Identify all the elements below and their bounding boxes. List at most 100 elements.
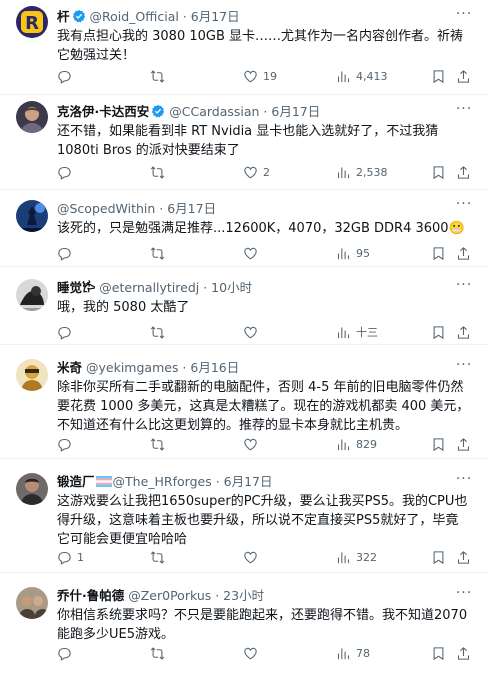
retweet-button[interactable]	[150, 163, 170, 181]
tweet[interactable]: R 杆 @Roid_Official · 6月17日 ··· 我有点担心我的 3…	[0, 0, 489, 95]
views-button[interactable]: 十三	[336, 323, 378, 341]
tweet[interactable]: 米奇 @yekimgames · 6月16日 ··· 除非你买所有二手或翻新的电…	[0, 345, 489, 459]
like-icon	[244, 70, 257, 82]
display-name[interactable]: 米奇	[57, 360, 82, 375]
like-button[interactable]	[243, 435, 263, 453]
reply-button[interactable]	[57, 244, 77, 262]
tweet[interactable]: 乔什·鲁帕德 @Zer0Porkus · 23小时 ··· 你相信系统要求吗？不…	[0, 573, 489, 673]
reply-button[interactable]	[57, 644, 77, 662]
handle[interactable]: @eternallytiredj	[99, 280, 199, 295]
like-button[interactable]	[243, 644, 263, 662]
bookmark-button[interactable]	[431, 548, 446, 566]
tweet[interactable]: 克洛伊·卡达西安 @CCardassian · 6月17日 ··· 还不错，如果…	[0, 95, 489, 190]
display-name[interactable]: 睡觉𐂂	[57, 280, 95, 295]
avatar[interactable]	[16, 473, 48, 505]
retweet-button[interactable]	[150, 323, 170, 341]
retweet-icon	[150, 247, 165, 259]
share-button[interactable]	[456, 323, 471, 341]
reply-button[interactable]: 1	[57, 548, 84, 566]
timestamp[interactable]: 6月17日	[224, 474, 273, 489]
views-button[interactable]: 2,538	[336, 163, 388, 181]
retweet-button[interactable]	[150, 644, 170, 662]
display-name[interactable]: 乔什·鲁帕德	[57, 588, 124, 603]
display-name[interactable]: 克洛伊·卡达西安	[57, 104, 149, 119]
views-button[interactable]: 322	[336, 548, 377, 566]
bookmark-button[interactable]	[431, 435, 446, 453]
views-button[interactable]: 78	[336, 644, 370, 662]
like-button[interactable]: 19	[243, 67, 277, 85]
tweet[interactable]: 锻造厂 @The_HRforges · 6月17日 ··· 这游戏要么让我把165…	[0, 459, 489, 573]
timestamp[interactable]: 23小时	[223, 588, 264, 603]
reply-button[interactable]	[57, 67, 77, 85]
share-icon	[457, 646, 470, 660]
views-button[interactable]: 95	[336, 244, 370, 262]
handle[interactable]: @Zer0Porkus	[128, 588, 211, 603]
like-icon	[244, 438, 257, 450]
avatar[interactable]	[16, 200, 48, 232]
bookmark-button[interactable]	[431, 67, 446, 85]
more-icon[interactable]: ···	[455, 586, 473, 603]
bookmark-icon	[433, 550, 444, 564]
views-button[interactable]: 4,413	[336, 67, 388, 85]
handle[interactable]: @yekimgames	[86, 360, 178, 375]
avatar[interactable]: R	[16, 6, 48, 38]
bookmark-button[interactable]	[431, 244, 446, 262]
reply-button[interactable]	[57, 323, 77, 341]
timestamp[interactable]: 10小时	[211, 280, 252, 295]
bookmark-button[interactable]	[431, 644, 446, 662]
like-button[interactable]	[243, 323, 263, 341]
tweet-header: 锻造厂 @The_HRforges · 6月17日	[57, 472, 453, 492]
avatar[interactable]	[16, 587, 48, 619]
handle[interactable]: @Roid_Official	[90, 9, 179, 24]
retweet-button[interactable]	[150, 244, 170, 262]
reply-button[interactable]	[57, 435, 77, 453]
reply-button[interactable]	[57, 163, 77, 181]
share-button[interactable]	[456, 67, 471, 85]
timestamp[interactable]: 6月17日	[271, 104, 320, 119]
timestamp[interactable]: 6月17日	[167, 201, 216, 216]
views-icon	[337, 439, 350, 450]
share-button[interactable]	[456, 435, 471, 453]
share-icon	[457, 246, 470, 260]
more-icon[interactable]: ···	[455, 278, 473, 295]
more-icon[interactable]: ···	[455, 7, 473, 24]
share-button[interactable]	[456, 163, 471, 181]
avatar[interactable]	[16, 279, 48, 311]
views-button[interactable]: 829	[336, 435, 377, 453]
avatar[interactable]	[16, 101, 48, 133]
bookmark-button[interactable]	[431, 163, 446, 181]
tweet-text: 我有点担心我的 3080 10GB 显卡……尤其作为一名内容创作者。祈祷它勉强过…	[57, 29, 464, 63]
bookmark-icon	[433, 437, 444, 451]
tweet[interactable]: 睡觉𐂂 @eternallytiredj · 10小时 ··· 哦，我的 508…	[0, 267, 489, 345]
display-name[interactable]: 杆	[57, 9, 70, 24]
share-icon	[457, 437, 470, 451]
like-button[interactable]	[243, 548, 263, 566]
reply-icon	[58, 551, 71, 565]
handle[interactable]: @The_HRforges	[113, 474, 212, 489]
share-button[interactable]	[456, 244, 471, 262]
timestamp[interactable]: 6月16日	[190, 360, 239, 375]
retweet-icon	[150, 166, 165, 178]
retweet-button[interactable]	[150, 548, 170, 566]
retweet-button[interactable]	[150, 67, 170, 85]
bookmark-icon	[433, 646, 444, 660]
timestamp[interactable]: 6月17日	[191, 9, 240, 24]
handle[interactable]: @CCardassian	[169, 104, 259, 119]
more-icon[interactable]: ···	[455, 358, 473, 375]
share-button[interactable]	[456, 644, 471, 662]
tweet-header: @ScopedWithin · 6月17日	[57, 199, 453, 219]
verified-badge-icon	[72, 9, 85, 23]
like-button[interactable]	[243, 244, 263, 262]
tweet[interactable]: @ScopedWithin · 6月17日 ··· 该死的，只是勉强满足推荐..…	[0, 190, 489, 267]
more-icon[interactable]: ···	[455, 472, 473, 489]
retweet-icon	[150, 438, 165, 450]
more-icon[interactable]: ···	[455, 197, 473, 214]
like-button[interactable]: 2	[243, 163, 270, 181]
bookmark-button[interactable]	[431, 323, 446, 341]
share-button[interactable]	[456, 548, 471, 566]
avatar[interactable]	[16, 359, 48, 391]
display-name[interactable]: 锻造厂	[57, 474, 95, 489]
handle[interactable]: @ScopedWithin	[57, 201, 155, 216]
more-icon[interactable]: ···	[455, 102, 473, 119]
retweet-button[interactable]	[150, 435, 170, 453]
